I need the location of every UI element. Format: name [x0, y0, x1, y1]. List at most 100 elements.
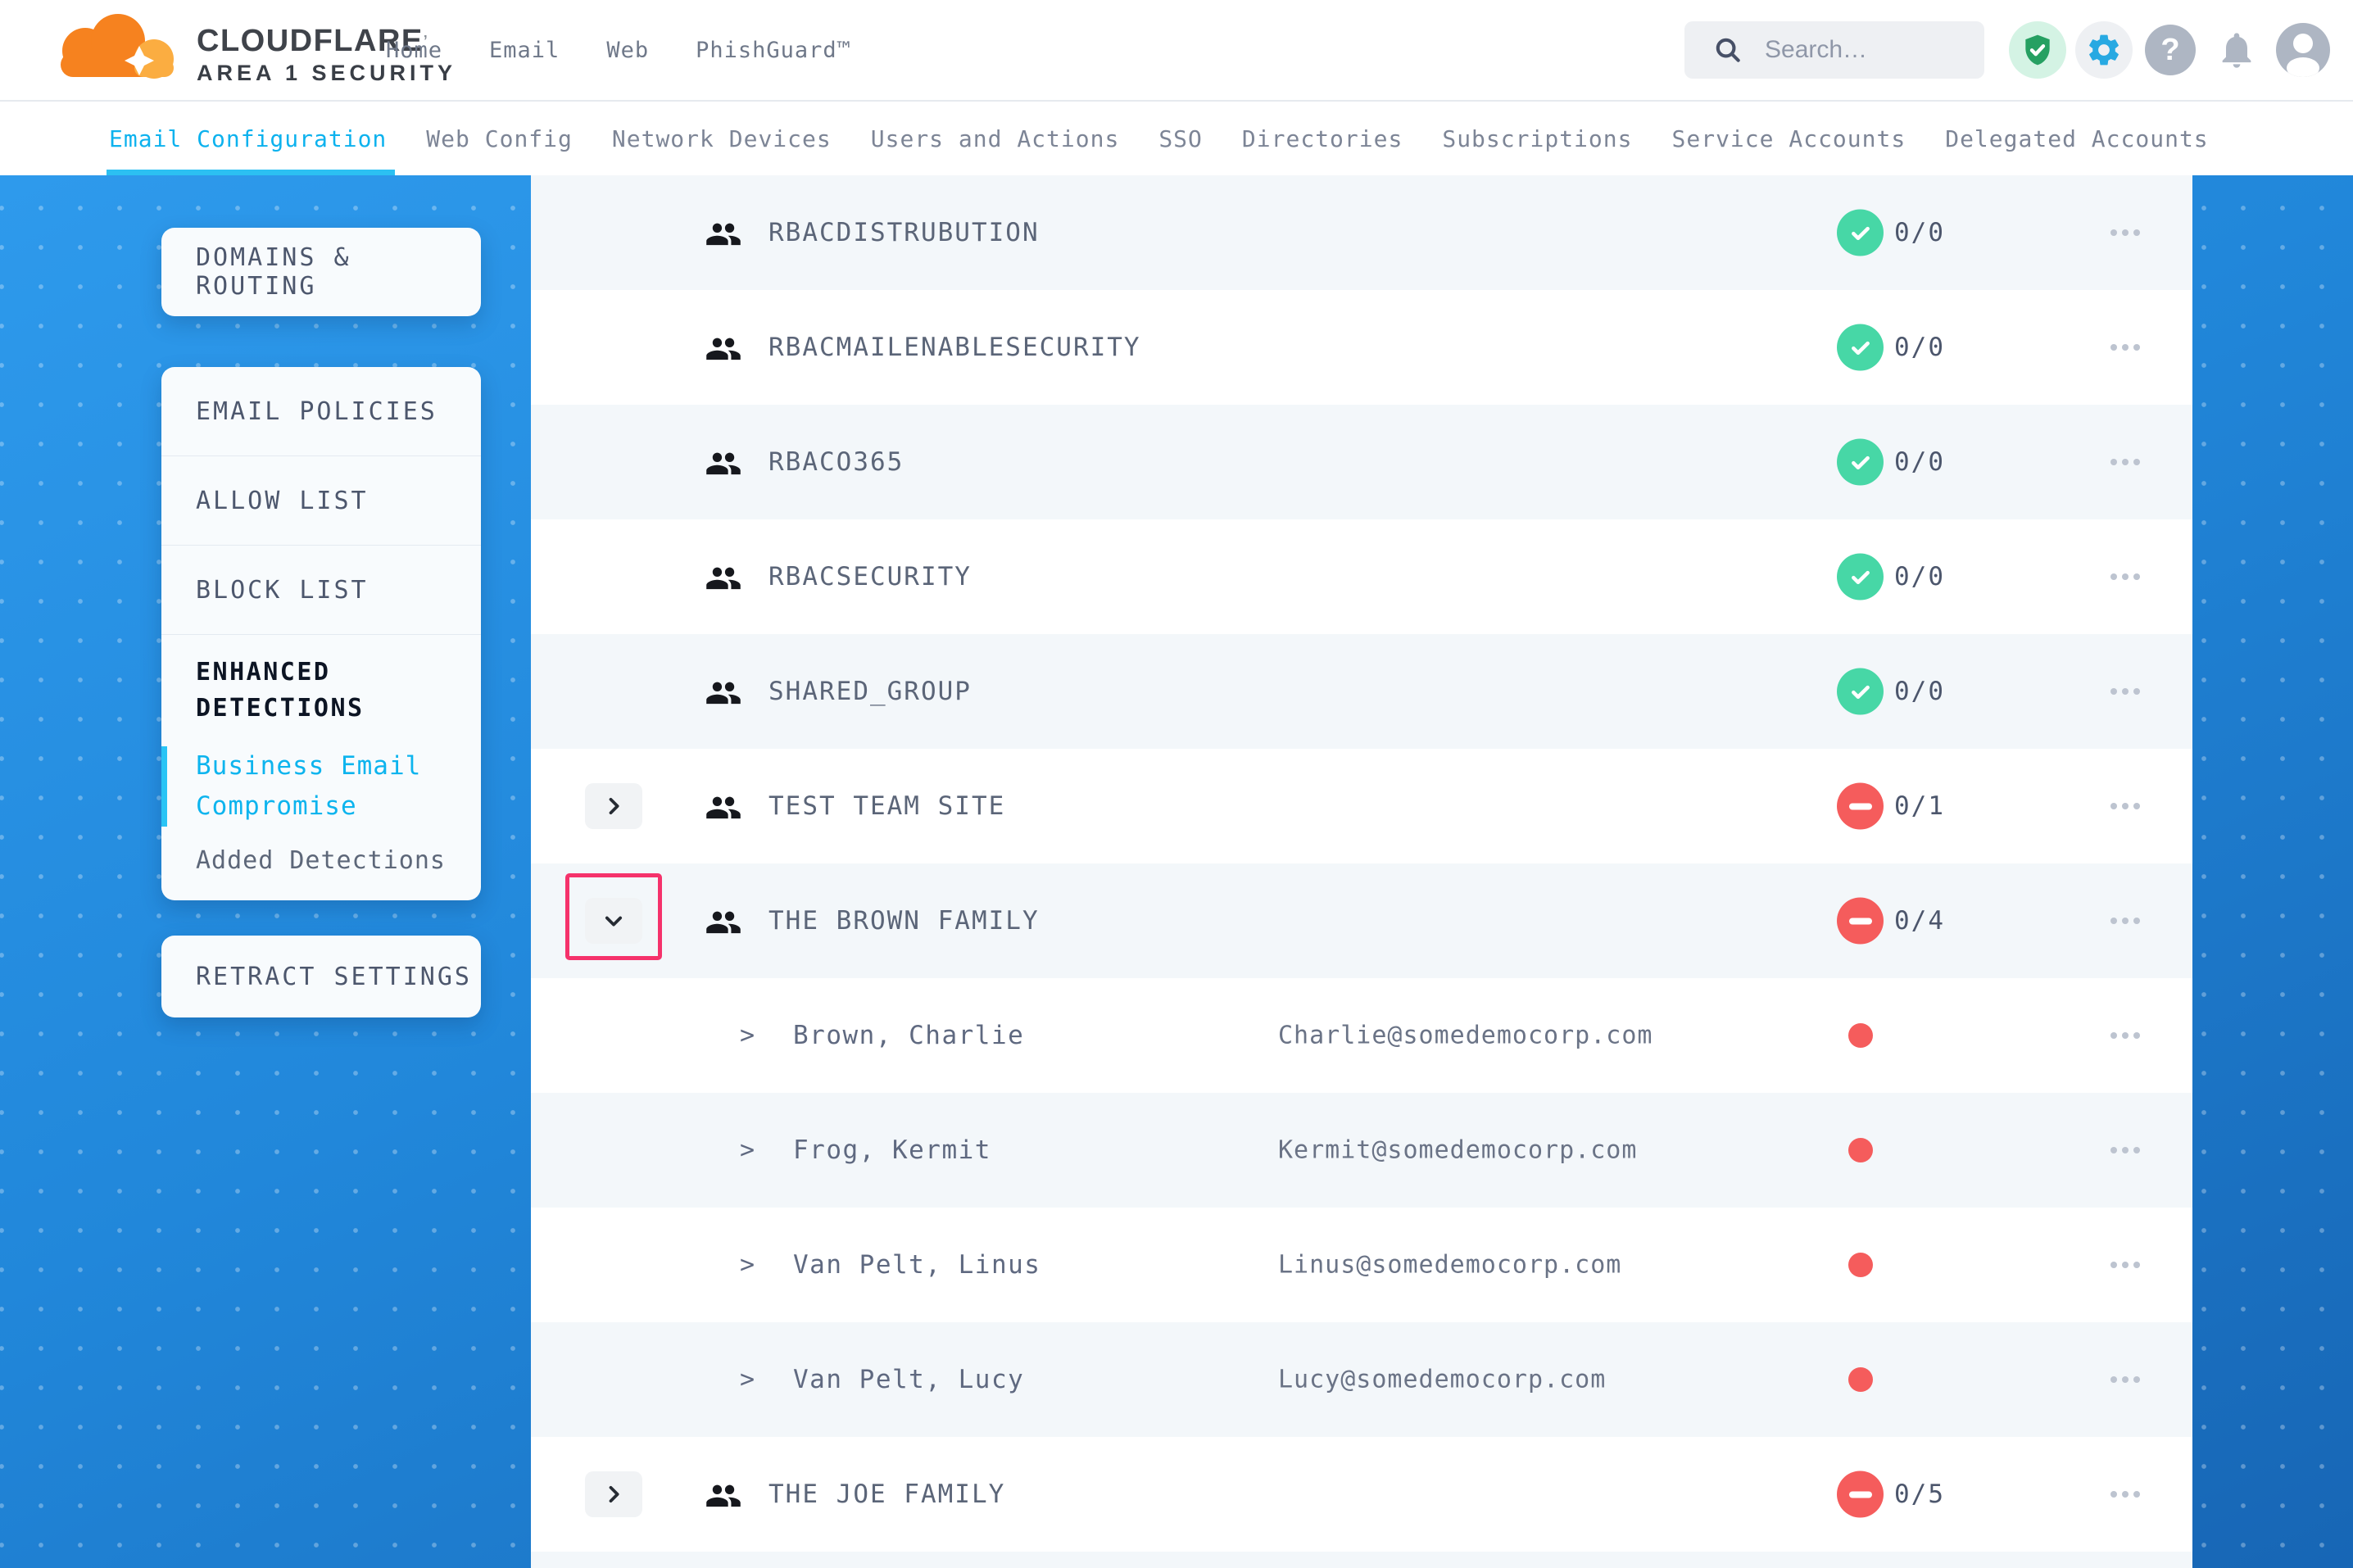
security-shield-check-icon[interactable] — [2009, 21, 2066, 79]
group-row: SHARED_GROUP 0/0 — [531, 634, 2192, 749]
member-chevron-icon[interactable]: > — [740, 1366, 755, 1394]
member-row: > Brown, Charlie Charlie@somedemocorp.com — [531, 978, 2192, 1093]
table-row-partial — [531, 1552, 2192, 1568]
row-menu-button[interactable] — [2101, 908, 2150, 934]
chevron-right-icon — [602, 1483, 625, 1506]
member-count: 0/4 — [1894, 906, 1945, 936]
group-people-icon — [705, 907, 742, 935]
expand-button[interactable] — [585, 783, 642, 829]
app-header: CLOUDFLARE’ AREA 1 SECURITY HomeEmailWeb… — [0, 0, 2353, 102]
sidebar-card-domains-routing[interactable]: DOMAINS & ROUTING — [161, 228, 481, 316]
row-menu-button[interactable] — [2101, 220, 2150, 246]
member-count: 0/0 — [1894, 333, 1945, 362]
search-icon — [1712, 34, 1743, 66]
enhanced-detections-label: ENHANCED DETECTIONS — [196, 655, 458, 727]
group-name: RBACDISTRUBUTION — [768, 218, 1040, 247]
group-row: TEST TEAM SITE 0/1 — [531, 749, 2192, 863]
member-name: Van Pelt, Linus — [793, 1250, 1040, 1280]
member-count: 0/0 — [1894, 218, 1945, 247]
group-name: TEST TEAM SITE — [768, 791, 1005, 821]
row-menu-button[interactable] — [2101, 1481, 2150, 1507]
status-red-dot — [1848, 1253, 1873, 1277]
sidebar-item-business-email-compromise[interactable]: Business Email Compromise — [196, 746, 442, 827]
member-email: Linus@somedemocorp.com — [1278, 1251, 1621, 1280]
cloudflare-cloud-icon — [43, 10, 184, 88]
status-ok-badge — [1837, 554, 1884, 600]
member-email: Charlie@somedemocorp.com — [1278, 1022, 1653, 1050]
row-menu-button[interactable] — [2101, 1022, 2150, 1049]
top-nav-home[interactable]: Home — [386, 38, 442, 63]
member-count: 0/0 — [1894, 677, 1945, 706]
top-nav-email[interactable]: Email — [489, 38, 560, 63]
help-question-icon[interactable]: ? — [2142, 21, 2199, 79]
status-blocked-badge — [1837, 1471, 1884, 1518]
row-menu-button[interactable] — [2101, 1137, 2150, 1163]
main-area: DOMAINS & ROUTING EMAIL POLICIES ALLOW L… — [0, 175, 2353, 1568]
member-count: 0/1 — [1894, 791, 1945, 821]
group-people-icon — [705, 563, 742, 591]
tab-subscriptions[interactable]: Subscriptions — [1442, 102, 1632, 175]
settings-gear-icon[interactable] — [2075, 21, 2133, 79]
member-count: 0/5 — [1894, 1480, 1945, 1509]
status-red-dot — [1848, 1367, 1873, 1392]
sidebar-card-retract-settings[interactable]: RETRACT SETTINGS — [161, 936, 481, 1017]
member-row: >Frog, KermitKermit@somedemocorp.com — [531, 1093, 2192, 1208]
tab-users-and-actions[interactable]: Users and Actions — [871, 102, 1120, 175]
tab-web-config[interactable]: Web Config — [426, 102, 573, 175]
enhanced-detections-section: ENHANCED DETECTIONS Business Email Compr… — [161, 635, 481, 877]
top-nav: Home Email Web PhishGuard™ — [386, 0, 851, 100]
allow-list-label: ALLOW LIST — [196, 487, 369, 515]
minus-icon — [1849, 803, 1872, 809]
group-people-icon — [705, 792, 742, 820]
group-table: RBACDISTRUBUTION 0/0 RBACMAILENABLESECURIT… — [531, 175, 2192, 1568]
tab-email-configuration[interactable]: Email Configuration — [109, 102, 387, 175]
status-red-dot — [1848, 1138, 1873, 1162]
sidebar-card-email-policies: EMAIL POLICIES ALLOW LIST BLOCK LIST ENH… — [161, 367, 481, 900]
row-menu-button[interactable] — [2101, 334, 2150, 360]
row-menu-button[interactable] — [2101, 449, 2150, 475]
notifications-bell-icon[interactable] — [2208, 21, 2265, 79]
status-ok-badge — [1837, 210, 1884, 256]
row-menu-button[interactable] — [2101, 564, 2150, 590]
expand-button[interactable] — [585, 1471, 642, 1517]
row-menu-button[interactable] — [2101, 1252, 2150, 1278]
row-menu-button[interactable] — [2101, 678, 2150, 705]
retract-settings-label: RETRACT SETTINGS — [196, 963, 472, 991]
group-row: THE BROWN FAMILY 0/4 — [531, 863, 2192, 978]
sidebar-item-email-policies[interactable]: EMAIL POLICIES — [161, 367, 481, 456]
member-chevron-icon[interactable]: > — [740, 1022, 755, 1050]
collapse-button[interactable] — [585, 898, 642, 944]
tab-network-devices[interactable]: Network Devices — [612, 102, 832, 175]
group-name: THE BROWN FAMILY — [768, 906, 1040, 936]
group-name: SHARED_GROUP — [768, 677, 972, 706]
group-name: RBACMAILENABLESECURITY — [768, 333, 1141, 362]
tab-delegated-accounts[interactable]: Delegated Accounts — [1945, 102, 2208, 175]
row-menu-button[interactable] — [2101, 793, 2150, 819]
group-people-icon — [705, 448, 742, 476]
group-row: THE JOE FAMILY0/5 — [531, 1437, 2192, 1552]
member-email: Lucy@somedemocorp.com — [1278, 1366, 1606, 1394]
domains-routing-label: DOMAINS & ROUTING — [196, 243, 481, 301]
added-detections-label: Added Detections — [196, 846, 446, 875]
sidebar-item-allow-list[interactable]: ALLOW LIST — [161, 456, 481, 546]
member-name: Brown, Charlie — [793, 1021, 1024, 1050]
tab-service-accounts[interactable]: Service Accounts — [1672, 102, 1906, 175]
status-red-dot — [1848, 1023, 1873, 1048]
sidebar-item-added-detections[interactable]: Added Detections — [196, 845, 453, 877]
sidebar-item-block-list[interactable]: BLOCK LIST — [161, 546, 481, 635]
block-list-label: BLOCK LIST — [196, 576, 369, 605]
member-row: > Van Pelt, Linus Linus@somedemocorp.com — [531, 1208, 2192, 1322]
member-name: Van Pelt, Lucy — [793, 1365, 1024, 1394]
status-ok-badge — [1837, 324, 1884, 371]
member-chevron-icon[interactable]: > — [740, 1251, 755, 1280]
tab-directories[interactable]: Directories — [1242, 102, 1403, 175]
top-nav-phishguard[interactable]: PhishGuard™ — [696, 38, 851, 63]
tab-sso[interactable]: SSO — [1158, 102, 1203, 175]
status-blocked-badge — [1837, 783, 1884, 830]
top-nav-web[interactable]: Web — [606, 38, 649, 63]
member-chevron-icon[interactable]: > — [740, 1136, 755, 1165]
search-box[interactable] — [1684, 21, 1984, 79]
user-avatar-icon[interactable] — [2274, 21, 2332, 79]
row-menu-button[interactable] — [2101, 1366, 2150, 1393]
search-input[interactable] — [1763, 35, 1971, 65]
